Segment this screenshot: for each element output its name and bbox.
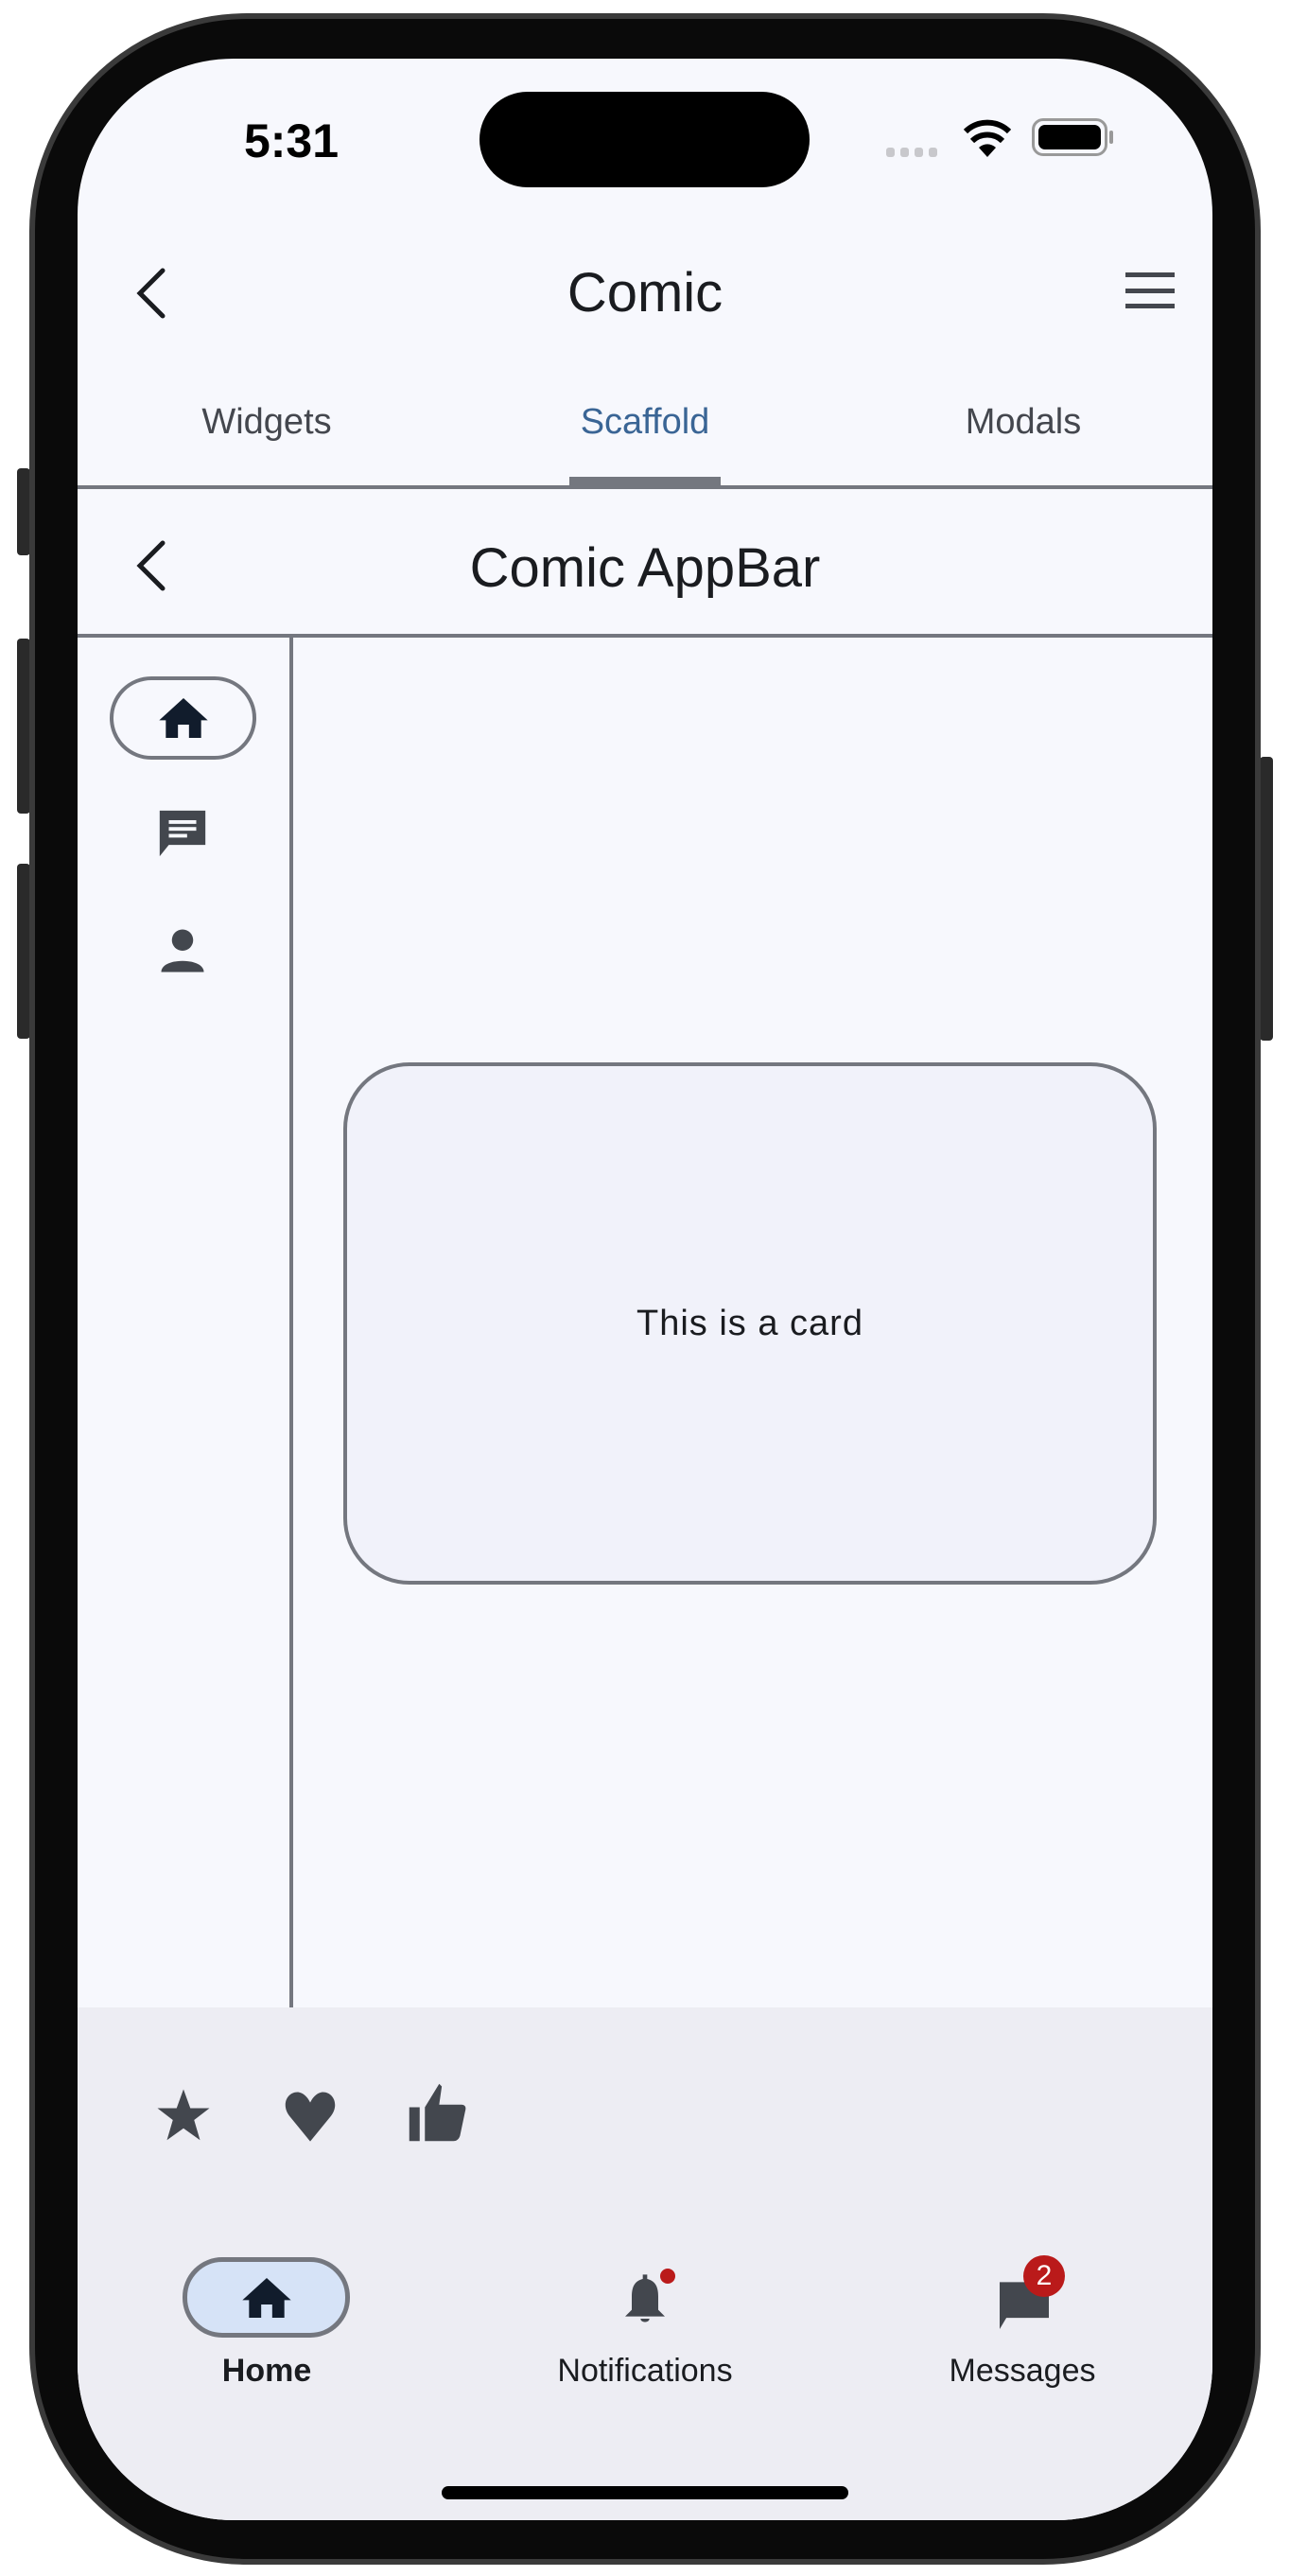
hamburger-menu-icon[interactable]	[1125, 272, 1175, 308]
battery-tip	[1109, 131, 1113, 144]
notification-dot	[660, 2269, 675, 2284]
inner-app-bar-title: Comic AppBar	[469, 537, 821, 599]
cellular-signal-icon	[886, 148, 937, 157]
screen: 5:31 Comic Widgets Scaffold Modals Comic…	[78, 59, 1212, 2520]
thumb-up-icon[interactable]	[407, 2081, 469, 2144]
action-button	[17, 468, 30, 555]
home-indicator[interactable]	[442, 2486, 848, 2499]
rail-item-home[interactable]	[110, 676, 256, 760]
message-badge: 2	[1023, 2255, 1065, 2297]
nav-label-notifications[interactable]: Notifications	[557, 2353, 732, 2390]
home-icon	[158, 698, 208, 738]
card-text: This is a card	[636, 1303, 863, 1343]
rail-divider	[289, 636, 293, 2007]
back-button[interactable]	[134, 267, 166, 320]
nav-item-home[interactable]	[183, 2257, 350, 2338]
volume-down-button	[17, 864, 30, 1039]
battery-icon	[1032, 118, 1107, 156]
heart-icon[interactable]	[282, 2089, 339, 2144]
rail-item-chat[interactable]	[155, 806, 210, 861]
wifi-icon	[964, 119, 1011, 157]
inner-back-button[interactable]	[134, 539, 166, 592]
card: This is a card	[343, 1062, 1157, 1585]
power-button	[1260, 757, 1273, 1041]
dynamic-island	[479, 92, 810, 187]
tab-widgets[interactable]: Widgets	[201, 402, 331, 443]
nav-label-home[interactable]: Home	[222, 2353, 311, 2390]
tab-scaffold[interactable]: Scaffold	[581, 402, 710, 443]
tab-modals[interactable]: Modals	[966, 402, 1082, 443]
star-icon[interactable]	[155, 2087, 212, 2144]
home-icon	[241, 2277, 291, 2318]
status-time: 5:31	[243, 114, 340, 167]
volume-up-button	[17, 639, 30, 814]
nav-label-messages[interactable]: Messages	[950, 2353, 1096, 2390]
rail-item-person[interactable]	[157, 925, 208, 976]
app-bar-title: Comic	[567, 262, 723, 324]
tab-divider	[78, 485, 1212, 489]
app-bar-divider	[78, 634, 1212, 638]
